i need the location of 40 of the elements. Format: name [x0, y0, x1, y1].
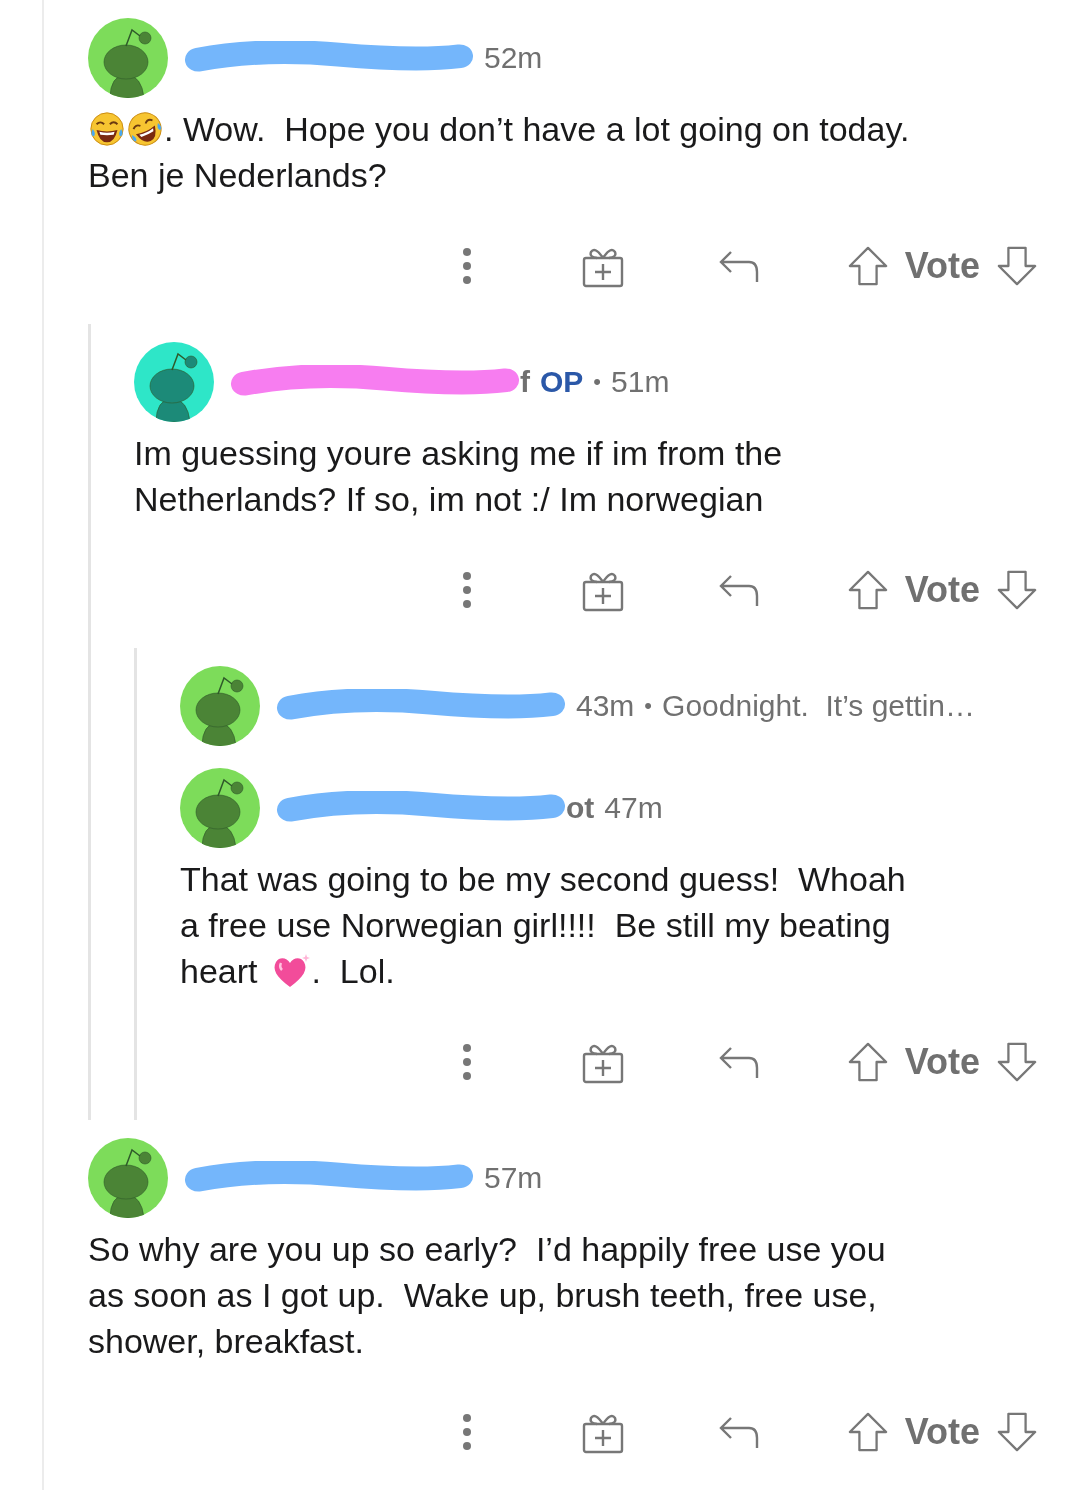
laughing-tears-icon	[88, 110, 126, 148]
downvote-icon[interactable]	[996, 245, 1038, 287]
vote-count: Vote	[904, 569, 980, 611]
upvote-icon[interactable]	[846, 1041, 889, 1083]
rolling-laugh-icon	[126, 110, 164, 148]
timestamp: 52m	[484, 41, 543, 75]
upvote-icon[interactable]	[846, 569, 889, 611]
comment-text: Ben je Nederlands?	[88, 155, 387, 196]
more-options-icon[interactable]	[461, 1412, 472, 1452]
timestamp: 47m	[604, 791, 663, 825]
separator-dot: •	[644, 693, 653, 719]
more-options-icon[interactable]	[461, 246, 472, 286]
comment-text: . Lol.	[311, 951, 395, 992]
username-fragment[interactable]: ot	[566, 791, 595, 825]
upvote-icon[interactable]	[846, 1411, 889, 1453]
vote-count: Vote	[904, 245, 980, 287]
op-label: OP	[540, 365, 584, 399]
vote-count: Vote	[904, 1041, 980, 1083]
separator-dot: •	[593, 369, 602, 395]
upvote-icon[interactable]	[846, 245, 889, 287]
vote-count: Vote	[904, 1411, 980, 1453]
username-fragment[interactable]: f	[520, 365, 530, 399]
more-options-icon[interactable]	[461, 570, 472, 610]
collapsed-preview[interactable]: Goodnight. It’s gettin…	[662, 689, 976, 723]
comment-text: shower, breakfast.	[88, 1321, 364, 1362]
comment-text: heart	[180, 951, 258, 992]
comment-text: . Wow. Hope you don’t have a lot going on today.	[164, 109, 910, 150]
comment-text: a free use Norwegian girl!!!! Be still my beating	[180, 905, 891, 946]
comment-text: Im guessing youre asking me if im from the	[134, 433, 783, 474]
comment-text: as soon as I got up. Wake up, brush teeth, free use,	[88, 1275, 877, 1316]
comment-text: Netherlands? If so, im not :/ Im norwegian	[134, 479, 764, 520]
timestamp: 43m	[576, 689, 635, 723]
downvote-icon[interactable]	[996, 1041, 1038, 1083]
comment-text: That was going to be my second guess! Whoah	[180, 859, 906, 900]
downvote-icon[interactable]	[996, 569, 1038, 611]
comment-text: So why are you up so early? I’d happily free use you	[88, 1229, 886, 1270]
timestamp: 51m	[611, 365, 670, 399]
more-options-icon[interactable]	[461, 1042, 472, 1082]
timestamp: 57m	[484, 1161, 543, 1195]
downvote-icon[interactable]	[996, 1411, 1038, 1453]
